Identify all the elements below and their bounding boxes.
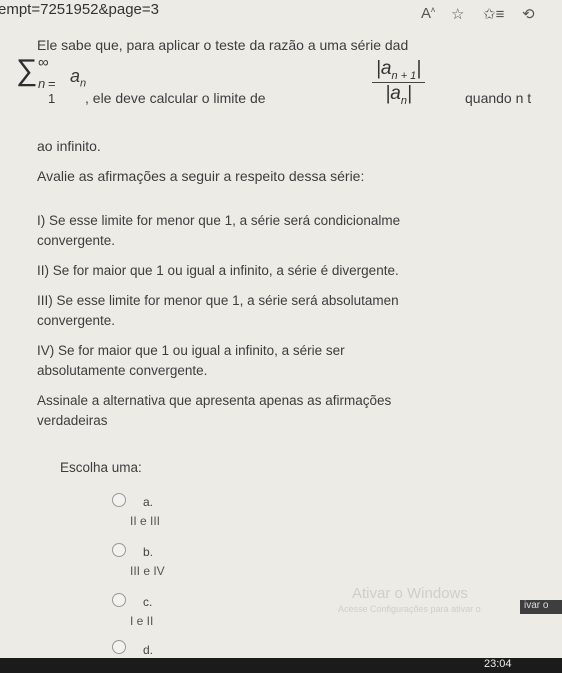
option-letter: c. xyxy=(143,595,153,609)
history-icon[interactable]: ⟲ xyxy=(522,5,535,23)
question-line3: ao infinito. xyxy=(37,138,101,154)
text-size-icon[interactable]: Aʌ xyxy=(421,5,435,22)
browser-toolbar: empt=7251952&page=3 Aʌ ☆ ✩≡ ⟲ xyxy=(0,0,562,28)
statement-1-line1: I) Se esse limite for menor que 1, a sér… xyxy=(37,213,401,228)
option-text: I e II xyxy=(130,614,154,628)
statement-3-line1: III) Se esse limite for menor que 1, a s… xyxy=(37,293,399,308)
windows-watermark-title: Ativar o Windows xyxy=(352,585,468,602)
formula-suffix: quando n t xyxy=(465,90,532,106)
prompt-line2: verdadeiras xyxy=(37,413,108,428)
radio-button[interactable] xyxy=(112,493,126,507)
statement-2-line1: II) Se for maior que 1 ou igual a infini… xyxy=(37,263,399,278)
option-letter: b. xyxy=(143,545,154,559)
question-intro: Ele sabe que, para aplicar o teste da ra… xyxy=(37,37,409,53)
address-bar-url[interactable]: empt=7251952&page=3 xyxy=(0,1,159,18)
windows-watermark-subtitle: Acesse Configurações para ativar o xyxy=(338,604,481,614)
option-letter: d. xyxy=(143,643,154,657)
statement-4-line2: absolutamente convergente. xyxy=(37,363,208,378)
radio-button[interactable] xyxy=(112,593,126,607)
prompt-line1: Assinale a alternativa que apresenta ape… xyxy=(37,393,392,408)
option-text: II e III xyxy=(130,514,161,528)
taskbar-clock: 23:04 xyxy=(484,658,512,670)
radio-button[interactable] xyxy=(112,543,126,557)
question-instruction: Avalie as afirmações a seguir a respeito… xyxy=(37,168,365,184)
statement-1-line2: convergente. xyxy=(37,233,116,248)
ratio-limit-formula: |an + 1| |an| xyxy=(372,58,426,107)
activation-button[interactable]: ivar o xyxy=(520,600,562,614)
choose-label: Escolha uma: xyxy=(60,460,142,475)
option-letter: a. xyxy=(143,495,154,509)
statement-4-line1: IV) Se for maior que 1 ou igual a infini… xyxy=(37,343,345,358)
favorites-icon[interactable]: ✩≡ xyxy=(483,5,504,23)
taskbar: 23:04 xyxy=(0,658,562,673)
statement-3-line2: convergente. xyxy=(37,313,116,328)
option-text: III e IV xyxy=(130,564,165,578)
formula-prefix: , ele deve calcular o limite de xyxy=(85,90,266,106)
radio-button[interactable] xyxy=(112,640,126,654)
star-icon[interactable]: ☆ xyxy=(451,5,464,23)
